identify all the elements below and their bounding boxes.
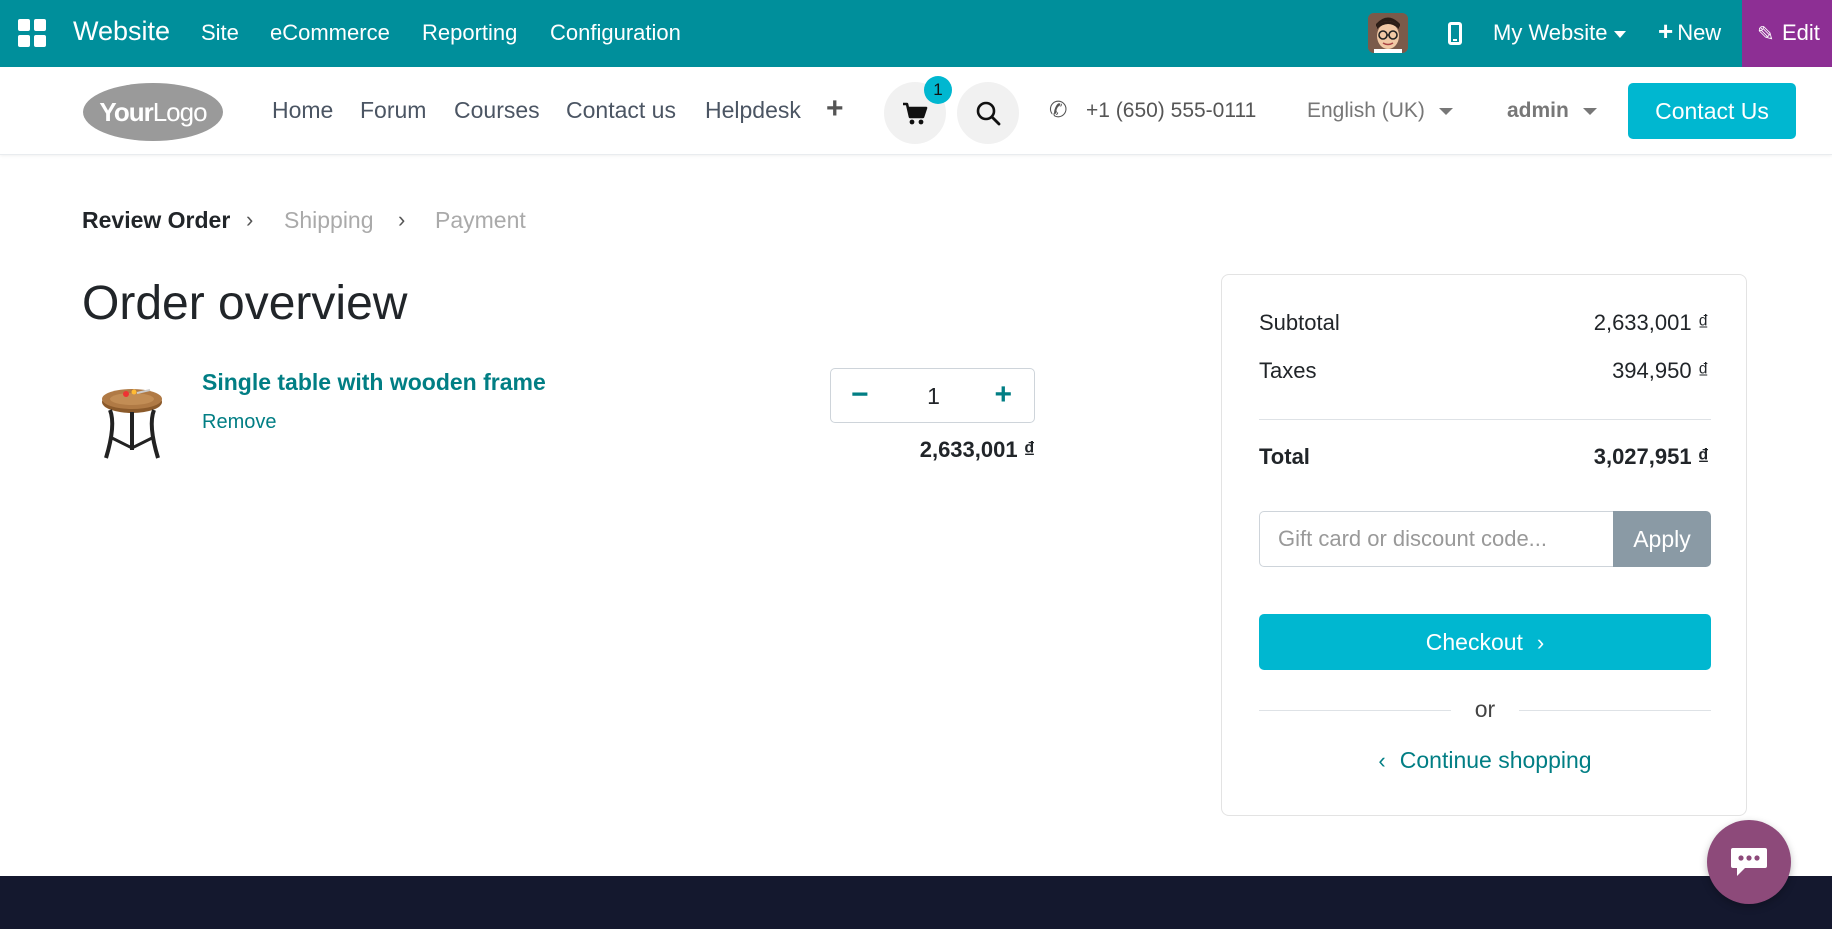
- product-name-link[interactable]: Single table with wooden frame: [202, 369, 546, 396]
- new-button-label: New: [1677, 20, 1722, 45]
- taxes-label: Taxes: [1259, 358, 1317, 383]
- continue-shopping-label: Continue shopping: [1399, 747, 1592, 773]
- breadcrumb-payment: Payment: [435, 207, 526, 233]
- edit-button[interactable]: ✎ Edit: [1742, 0, 1832, 67]
- menu-configuration[interactable]: Configuration: [550, 20, 681, 46]
- apps-grid-icon[interactable]: [18, 19, 46, 47]
- chevron-right-icon: ›: [1536, 630, 1545, 655]
- phone-number[interactable]: +1 (650) 555-0111: [1086, 99, 1256, 123]
- chevron-down-icon: [1438, 107, 1453, 115]
- checkout-button-label: Checkout: [1425, 629, 1523, 655]
- breadcrumb-shipping: Shipping: [284, 207, 374, 233]
- new-button[interactable]: + New: [1658, 18, 1722, 46]
- menu-reporting[interactable]: Reporting: [422, 20, 517, 46]
- chevron-down-icon: [1613, 30, 1626, 38]
- quantity-stepper: − 1 +: [830, 368, 1035, 423]
- chevron-right-icon: ›: [246, 207, 254, 232]
- pencil-icon: ✎: [1757, 23, 1775, 46]
- line-price: 2,633,001 ₫: [919, 437, 1035, 462]
- language-label: English (UK): [1307, 99, 1425, 122]
- or-text: or: [1474, 696, 1496, 722]
- breadcrumb-review-order: Review Order: [82, 207, 231, 233]
- subtotal-value: 2,633,001 ₫: [1593, 310, 1709, 335]
- chat-bubble-icon: [1731, 848, 1767, 876]
- search-icon: [976, 101, 1001, 126]
- total-value: 3,027,951 ₫: [1593, 444, 1709, 469]
- nav-courses[interactable]: Courses: [454, 97, 540, 124]
- subtotal-label: Subtotal: [1259, 310, 1340, 335]
- page-title: Order overview: [82, 277, 408, 330]
- user-menu-label: admin: [1507, 99, 1569, 122]
- nav-forum[interactable]: Forum: [360, 97, 426, 124]
- contact-us-button[interactable]: Contact Us: [1628, 83, 1796, 139]
- summary-divider: [1259, 419, 1711, 420]
- nav-contact-us[interactable]: Contact us: [566, 97, 676, 124]
- live-chat-button[interactable]: [1707, 820, 1791, 904]
- product-image[interactable]: [92, 380, 172, 465]
- plus-icon: +: [1658, 16, 1674, 46]
- menu-site[interactable]: Site: [201, 20, 239, 46]
- apply-discount-button[interactable]: Apply: [1613, 511, 1711, 567]
- continue-shopping-link[interactable]: ‹ Continue shopping: [1259, 747, 1711, 774]
- chevron-down-icon: [1582, 107, 1597, 115]
- shopping-cart-icon: [903, 102, 928, 125]
- total-label: Total: [1259, 444, 1310, 469]
- svg-text:YourLogo: YourLogo: [99, 97, 207, 127]
- chevron-right-icon: ›: [398, 207, 406, 232]
- nav-helpdesk[interactable]: Helpdesk: [705, 97, 801, 124]
- checkout-button[interactable]: Checkout ›: [1259, 614, 1711, 670]
- add-menu-plus-icon[interactable]: +: [826, 92, 844, 126]
- website-selector-label: My Website: [1493, 20, 1608, 45]
- website-selector[interactable]: My Website: [1493, 20, 1626, 46]
- nav-home[interactable]: Home: [272, 97, 333, 124]
- discount-code-input[interactable]: [1259, 511, 1614, 567]
- site-logo[interactable]: YourLogo: [82, 81, 224, 141]
- mobile-phone-icon[interactable]: [1448, 22, 1462, 45]
- user-menu[interactable]: admin: [1507, 99, 1597, 123]
- menu-ecommerce[interactable]: eCommerce: [270, 20, 390, 46]
- footer: [0, 876, 1832, 929]
- admin-navbar: Website Site eCommerce Reporting Configu…: [0, 0, 1832, 67]
- app-name[interactable]: Website: [73, 16, 170, 47]
- cart-count-badge: 1: [924, 76, 952, 104]
- chevron-left-icon: ‹: [1378, 748, 1386, 773]
- language-selector[interactable]: English (UK): [1307, 99, 1453, 123]
- website-header: YourLogo Home Forum Courses Contact us H…: [0, 67, 1832, 155]
- plus-icon[interactable]: +: [994, 378, 1012, 412]
- phone-icon: ✆: [1049, 97, 1068, 122]
- taxes-value: 394,950 ₫: [1612, 358, 1709, 383]
- order-summary-card: Subtotal 2,633,001 ₫ Taxes 394,950 ₫ Tot…: [1221, 274, 1747, 816]
- remove-line-link[interactable]: Remove: [202, 411, 276, 434]
- or-separator: or: [1259, 695, 1711, 725]
- user-avatar[interactable]: [1368, 13, 1408, 53]
- search-button[interactable]: [957, 82, 1019, 144]
- edit-button-label: Edit: [1782, 20, 1820, 45]
